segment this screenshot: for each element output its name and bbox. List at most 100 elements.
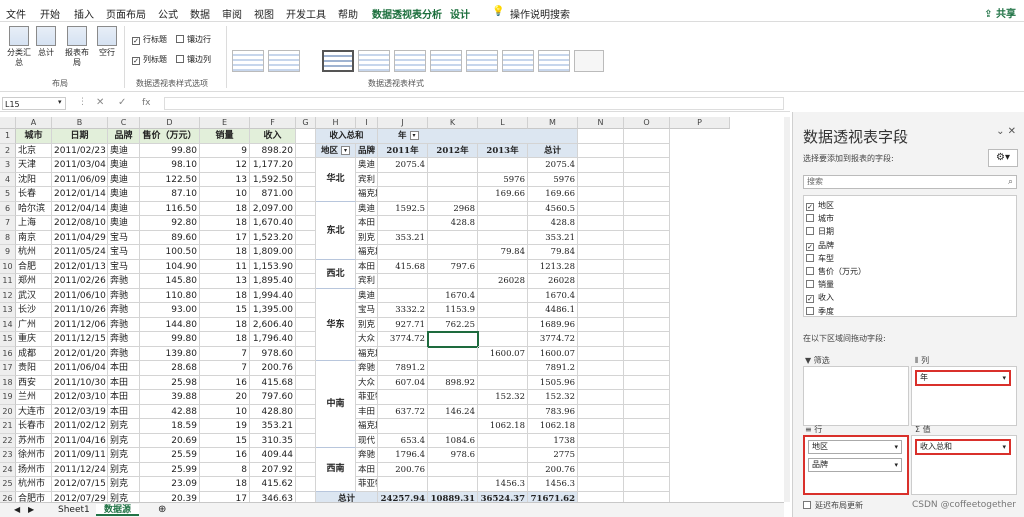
table-cell[interactable]: 1,592.50 xyxy=(250,172,296,187)
table-cell[interactable]: 23.09 xyxy=(140,477,200,492)
pivot-value-cell[interactable] xyxy=(378,288,428,303)
table-cell[interactable]: 28.68 xyxy=(140,361,200,376)
tab-formulas[interactable]: 公式 xyxy=(158,6,178,21)
empty-cell[interactable] xyxy=(296,361,316,376)
pivot-brand-cell[interactable]: 奥迪 xyxy=(356,201,378,216)
row-field-region[interactable]: 地区 ▾ xyxy=(808,440,902,454)
tell-me-search[interactable]: 操作说明搜索 xyxy=(510,6,570,21)
table-cell[interactable]: 成都 xyxy=(16,346,52,361)
empty-cell[interactable] xyxy=(578,245,624,260)
pivot-value-cell[interactable] xyxy=(478,158,528,173)
pivot-brand-cell[interactable]: 现代 xyxy=(356,433,378,448)
column-header[interactable]: M xyxy=(528,117,578,129)
table-cell[interactable]: 宝马 xyxy=(108,245,140,260)
empty-cell[interactable] xyxy=(578,390,624,405)
pivot-value-cell[interactable]: 152.32 xyxy=(478,390,528,405)
table-cell[interactable]: 2012/03/10 xyxy=(52,390,108,405)
table-cell[interactable]: 42.88 xyxy=(140,404,200,419)
pivot-value-cell[interactable]: 3774.72 xyxy=(528,332,578,347)
rows-drop-area[interactable]: 地区 ▾ 品牌 ▾ xyxy=(803,435,909,495)
row-header[interactable]: 16 xyxy=(0,346,16,361)
empty-cell[interactable] xyxy=(578,491,624,502)
pivot-row-header-region[interactable]: 地区 ▾ xyxy=(316,143,356,158)
field-item[interactable]: 销量 xyxy=(806,279,834,290)
empty-cell[interactable] xyxy=(296,433,316,448)
pivot-brand-cell[interactable]: 福克斯 xyxy=(356,245,378,260)
table-cell[interactable]: 346.63 xyxy=(250,491,296,502)
table-cell[interactable]: 16 xyxy=(200,375,250,390)
table-cell[interactable]: 20.39 xyxy=(140,491,200,502)
table-cell[interactable]: 奥迪 xyxy=(108,216,140,231)
value-field-sum-revenue[interactable]: 收入总和 ▾ xyxy=(915,439,1011,455)
empty-cell[interactable] xyxy=(578,332,624,347)
table-cell[interactable]: 15 xyxy=(200,303,250,318)
empty-cell[interactable] xyxy=(296,462,316,477)
table-cell[interactable]: 郑州 xyxy=(16,274,52,289)
pivot-value-cell[interactable] xyxy=(378,346,428,361)
table-cell[interactable]: 104.90 xyxy=(140,259,200,274)
empty-cell[interactable] xyxy=(296,172,316,187)
pivot-value-cell[interactable] xyxy=(428,187,478,202)
table-cell[interactable]: 9 xyxy=(200,143,250,158)
pivot-values-title[interactable]: 收入总和 xyxy=(316,129,378,144)
empty-cell[interactable] xyxy=(296,419,316,434)
table-cell[interactable]: 39.88 xyxy=(140,390,200,405)
table-cell[interactable]: 20.69 xyxy=(140,433,200,448)
row-header[interactable]: 22 xyxy=(0,433,16,448)
table-cell[interactable]: 25.99 xyxy=(140,462,200,477)
pivot-value-cell[interactable]: 1062.18 xyxy=(528,419,578,434)
table-cell[interactable]: 93.00 xyxy=(140,303,200,318)
table-cell[interactable]: 别克 xyxy=(108,491,140,502)
row-header[interactable]: 13 xyxy=(0,303,16,318)
tab-view[interactable]: 视图 xyxy=(254,6,274,21)
pivot-grand-total-cell[interactable]: 36524.37 xyxy=(478,491,528,502)
table-cell[interactable]: 2,097.00 xyxy=(250,201,296,216)
empty-cell[interactable] xyxy=(624,129,670,144)
pivot-style-swatch[interactable] xyxy=(502,50,534,72)
row-header[interactable]: 23 xyxy=(0,448,16,463)
pivot-style-swatch[interactable] xyxy=(232,50,264,72)
table-cell[interactable]: 17 xyxy=(200,230,250,245)
row-header[interactable]: 10 xyxy=(0,259,16,274)
tab-review[interactable]: 审阅 xyxy=(222,6,242,21)
pivot-value-cell[interactable]: 3774.72 xyxy=(378,332,428,347)
pivot-style-swatch[interactable] xyxy=(394,50,426,72)
empty-cell[interactable] xyxy=(296,303,316,318)
tab-developer[interactable]: 开发工具 xyxy=(286,6,326,21)
table-cell[interactable]: 2012/07/15 xyxy=(52,477,108,492)
pivot-brand-cell[interactable]: 奥迪 xyxy=(356,158,378,173)
pivot-value-cell[interactable] xyxy=(378,390,428,405)
table-cell[interactable]: 奔驰 xyxy=(108,274,140,289)
tab-help[interactable]: 帮助 xyxy=(338,6,358,21)
table-cell[interactable]: 扬州市 xyxy=(16,462,52,477)
empty-cell[interactable] xyxy=(578,404,624,419)
pivot-value-cell[interactable] xyxy=(378,477,428,492)
empty-cell[interactable] xyxy=(296,346,316,361)
empty-cell[interactable] xyxy=(296,274,316,289)
empty-cell[interactable] xyxy=(578,259,624,274)
pivot-brand-cell[interactable]: 宝马 xyxy=(356,303,378,318)
pivot-value-cell[interactable] xyxy=(378,172,428,187)
pivot-value-cell[interactable]: 152.32 xyxy=(528,390,578,405)
column-header[interactable]: L xyxy=(478,117,528,129)
row-header[interactable]: 12 xyxy=(0,288,16,303)
empty-cell[interactable] xyxy=(296,448,316,463)
enter-icon[interactable]: ✓ xyxy=(118,97,126,108)
pivot-grand-total-cell[interactable]: 10889.31 xyxy=(428,491,478,502)
pivot-grand-total-cell[interactable]: 71671.62 xyxy=(528,491,578,502)
table-cell[interactable]: 1,153.90 xyxy=(250,259,296,274)
pivot-value-cell[interactable]: 3332.2 xyxy=(378,303,428,318)
table-cell[interactable]: 898.20 xyxy=(250,143,296,158)
empty-cell[interactable] xyxy=(578,158,624,173)
table-header-cell[interactable]: 销量 xyxy=(200,129,250,144)
table-cell[interactable]: 11 xyxy=(200,259,250,274)
pivot-value-cell[interactable]: 4486.1 xyxy=(528,303,578,318)
table-cell[interactable]: 兰州 xyxy=(16,390,52,405)
table-cell[interactable]: 409.44 xyxy=(250,448,296,463)
pivot-value-cell[interactable]: 169.66 xyxy=(478,187,528,202)
pivot-value-cell[interactable]: 1153.9 xyxy=(428,303,478,318)
empty-cell[interactable] xyxy=(624,158,670,173)
pivot-brand-cell[interactable]: 福克斯 xyxy=(356,419,378,434)
table-cell[interactable]: 98.10 xyxy=(140,158,200,173)
filter-drop-area[interactable] xyxy=(803,366,909,426)
